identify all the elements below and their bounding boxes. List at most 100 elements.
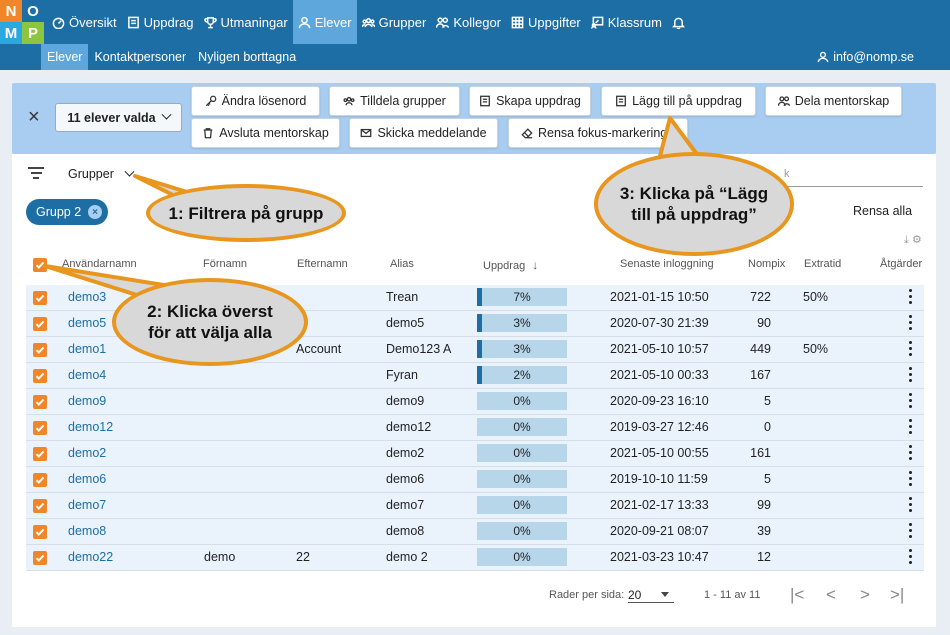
table-row[interactable]: demo9 demo9 0% 2020-09-23 16:10 5 [26, 389, 924, 415]
nav-elever[interactable]: Elever [292, 0, 357, 44]
more-actions-icon[interactable] [909, 419, 913, 436]
header-last-login[interactable]: Senaste inloggning [620, 258, 714, 270]
more-actions-icon[interactable] [909, 497, 913, 514]
username-link[interactable]: demo2 [68, 446, 106, 460]
alias-cell: Fyran [386, 368, 418, 382]
selected-count-dropdown[interactable]: 11 elever valda [55, 103, 182, 132]
header-extratid[interactable]: Extratid [804, 258, 841, 270]
first-page-icon[interactable]: |< [790, 585, 804, 605]
table-row[interactable]: demo12 demo12 0% 2019-03-27 12:46 0 [26, 415, 924, 441]
username-link[interactable]: demo3 [68, 290, 106, 304]
clear-all-button[interactable]: Rensa alla [853, 204, 912, 218]
table-row[interactable]: demo2 demo2 0% 2021-05-10 00:55 161 [26, 441, 924, 467]
more-actions-icon[interactable] [909, 523, 913, 540]
row-checkbox[interactable] [33, 395, 47, 409]
header-nompix[interactable]: Nompix [748, 258, 785, 270]
more-actions-icon[interactable] [909, 393, 913, 410]
share-mentorship-button[interactable]: Dela mentorskap [765, 86, 902, 116]
table-row[interactable]: demo22 demo 22 demo 2 0% 2021-03-23 10:47 12 [26, 545, 924, 571]
last-login-cell: 2021-05-10 10:57 [610, 342, 709, 356]
row-checkbox[interactable] [33, 291, 47, 305]
notifications-button[interactable] [667, 0, 694, 44]
row-checkbox[interactable] [33, 473, 47, 487]
nompix-cell: 722 [750, 290, 771, 304]
subnav-elever[interactable]: Elever [41, 44, 89, 70]
header-firstname[interactable]: Förnamn [203, 258, 247, 270]
more-actions-icon[interactable] [909, 549, 913, 566]
more-actions-icon[interactable] [909, 445, 913, 462]
username-link[interactable]: demo7 [68, 498, 106, 512]
clear-focus-button[interactable]: Rensa fokus-markeringar [508, 118, 688, 148]
send-message-button[interactable]: Skicka meddelande [349, 118, 498, 148]
add-to-assignment-button[interactable]: Lägg till på uppdrag [601, 86, 756, 116]
header-lastname[interactable]: Efternamn [297, 258, 348, 270]
previous-page-icon[interactable]: < [826, 585, 836, 605]
next-page-icon[interactable]: > [860, 585, 870, 605]
more-actions-icon[interactable] [909, 471, 913, 488]
table-row[interactable]: demo8 demo8 0% 2020-09-21 08:07 39 [26, 519, 924, 545]
header-username[interactable]: Användarnamn [62, 258, 137, 270]
nav-grupper[interactable]: Grupper [357, 0, 432, 44]
table-row[interactable]: demo6 demo6 0% 2019-10-10 11:59 5 [26, 467, 924, 493]
more-actions-icon[interactable] [909, 315, 913, 332]
row-checkbox[interactable] [33, 499, 47, 513]
caret-down-icon[interactable] [661, 592, 669, 597]
username-link[interactable]: demo12 [68, 420, 113, 434]
row-checkbox[interactable] [33, 317, 47, 331]
rows-per-page-select[interactable]: 20 [628, 588, 641, 602]
end-mentorship-button[interactable]: Avsluta mentorskap [191, 118, 340, 148]
select-all-checkbox[interactable] [33, 258, 47, 272]
header-alias[interactable]: Alias [390, 258, 414, 270]
chip-label: Grupp 2 [36, 205, 82, 219]
close-icon[interactable]: × [28, 107, 40, 127]
username-link[interactable]: demo6 [68, 472, 106, 486]
nav-uppgifter[interactable]: Uppgifter [506, 0, 586, 44]
assignment-progress-bar: 0% [477, 496, 567, 514]
classroom-icon [590, 16, 604, 29]
nav-klassrum[interactable]: Klassrum [586, 0, 667, 44]
row-checkbox[interactable] [33, 343, 47, 357]
header-assignments[interactable]: Uppdrag ↓ [483, 258, 538, 272]
create-assignment-button[interactable]: Skapa uppdrag [469, 86, 591, 116]
row-checkbox[interactable] [33, 447, 47, 461]
row-checkbox[interactable] [33, 525, 47, 539]
top-navigation: N O M P Översikt Uppdrag Utmaningar Elev… [0, 0, 950, 44]
row-checkbox[interactable] [33, 369, 47, 383]
change-password-button[interactable]: Ändra lösenord [191, 86, 320, 116]
table-row[interactable]: demo4 Fyran 2% 2021-05-10 00:33 167 [26, 363, 924, 389]
check-icon [35, 450, 45, 458]
nav-uppdrag[interactable]: Uppdrag [122, 0, 199, 44]
more-actions-icon[interactable] [909, 289, 913, 306]
subnav-nyligen-borttagna[interactable]: Nyligen borttagna [192, 44, 302, 70]
callout-3-line1: 3: Klicka på “Lägg [619, 184, 769, 203]
row-checkbox[interactable] [33, 421, 47, 435]
nav-kollegor[interactable]: Kollegor [431, 0, 506, 44]
assign-groups-button[interactable]: Tilldela grupper [329, 86, 460, 116]
row-checkbox[interactable] [33, 551, 47, 565]
username-link[interactable]: demo9 [68, 394, 106, 408]
alias-cell: demo7 [386, 498, 425, 512]
more-actions-icon[interactable] [909, 367, 913, 384]
close-icon[interactable]: × [88, 205, 102, 219]
nav-oversikt[interactable]: Översikt [47, 0, 122, 44]
username-link[interactable]: demo4 [68, 368, 106, 382]
username-link[interactable]: demo22 [68, 550, 113, 564]
nomp-logo[interactable]: N O M P [0, 0, 44, 44]
nompix-cell: 5 [764, 472, 771, 486]
nav-utmaningar[interactable]: Utmaningar [199, 0, 293, 44]
username-link[interactable]: demo8 [68, 524, 106, 538]
more-actions-icon[interactable] [909, 341, 913, 358]
username-link[interactable]: demo1 [68, 342, 106, 356]
user-menu[interactable]: info@nomp.se [817, 44, 914, 70]
filter-icon[interactable] [28, 167, 44, 179]
assignment-progress-bar: 0% [477, 522, 567, 540]
subnav-kontaktpersoner[interactable]: Kontaktpersoner [88, 44, 192, 70]
gear-icon[interactable]: ⚙ [912, 234, 922, 246]
table-row[interactable]: demo7 demo7 0% 2021-02-17 13:33 99 [26, 493, 924, 519]
username-link[interactable]: demo5 [68, 316, 106, 330]
groups-filter-dropdown[interactable]: Grupper [68, 166, 135, 181]
export-icon[interactable]: ⤓ [904, 234, 909, 246]
last-page-icon[interactable]: >| [890, 585, 904, 605]
table-tools: ⤓ ⚙ [904, 233, 922, 247]
selected-count-label: 11 elever valda [67, 110, 156, 125]
